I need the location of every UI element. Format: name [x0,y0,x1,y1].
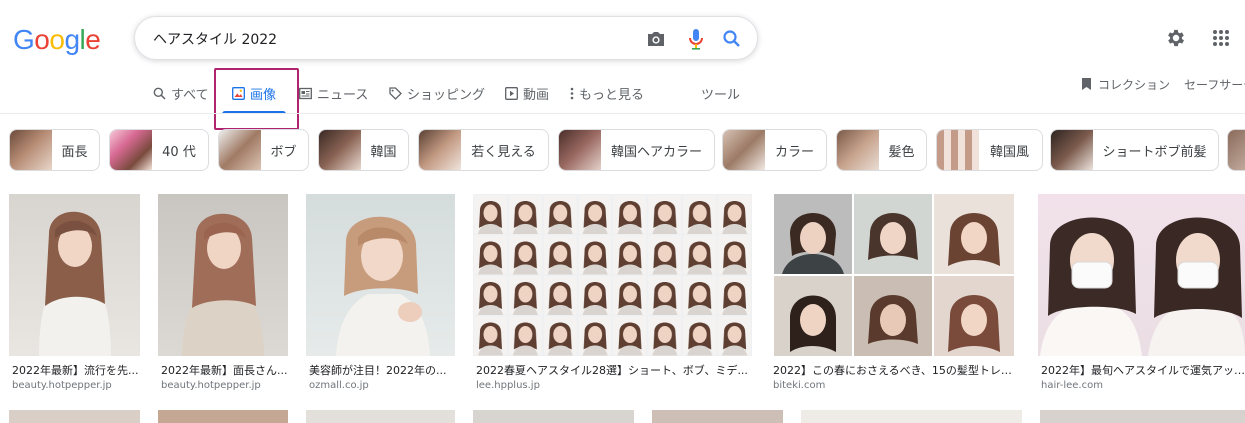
chip-mennaga[interactable]: 面長 [9,129,100,171]
result-caption[interactable]: 2022年最新】流行を先... [12,362,140,378]
result-source: beauty.hotpepper.jp [161,380,261,391]
image-result-row2[interactable] [306,410,455,423]
chip-40dai[interactable]: 40 代 [109,129,209,171]
tab-tools[interactable]: ツール [701,78,740,108]
tab-label: ツール [701,87,741,103]
chip-korean-style[interactable]: 韓国風 [936,129,1043,171]
result-image[interactable] [473,194,752,356]
logo-letter: e [85,24,101,55]
search-icon [152,86,166,100]
chip-label: ショートボブ前髪 [1102,144,1207,160]
chip-thumbnail [1051,130,1093,170]
chip-label: カラー [774,144,814,160]
chip-bob[interactable]: ボブ [218,129,309,171]
logo-letter: g [64,24,80,55]
chip-thumbnail [559,130,601,170]
result-caption[interactable]: 美容師が注目！2022年の... [309,362,455,378]
image-result-row2[interactable] [652,410,783,423]
chip-thumbnail [723,130,765,170]
bookmark-icon [1081,77,1092,91]
result-source: beauty.hotpepper.jp [12,380,112,391]
image-result-row2[interactable] [158,410,288,423]
logo-letter: o [49,24,65,55]
chip-label: 若く見える [471,144,536,160]
image-result-row2[interactable] [9,410,140,423]
tab-all[interactable]: すべて [152,78,209,108]
gear-icon[interactable] [1164,26,1188,50]
image-result-row2[interactable] [473,410,634,423]
chip-thumbnail [10,130,52,170]
collections-label: コレクション [1098,77,1171,92]
chip-hair-color[interactable]: 髪色 [836,129,927,171]
image-result-row2[interactable] [1040,410,1245,423]
chip-label: 40 代 [162,144,196,160]
chip-label: 面長 [61,144,88,160]
chip-color[interactable]: カラー [722,129,827,171]
tag-icon [388,86,402,100]
result-image[interactable] [158,194,288,356]
result-image[interactable] [770,194,1018,356]
search-icon[interactable] [720,27,744,51]
chip-young-looking[interactable]: 若く見える [418,129,549,171]
result-caption[interactable]: 2022春夏ヘアスタイル28選】ショート、ボブ、ミデ... [476,362,752,378]
chip-thumbnail [110,130,152,170]
result-source: biteki.com [773,380,826,391]
result-source: hair-lee.com [1041,380,1103,391]
play-icon [504,86,518,100]
chip-label: 韓国ヘアカラー [610,144,702,160]
result-caption[interactable]: 2022年】最旬ヘアスタイルで運気アップ(... [1041,362,1245,378]
result-image[interactable] [9,194,140,356]
highlight-annotation [214,68,299,130]
chip-thumbnail [937,130,979,170]
tab-label: ニュース [317,87,369,103]
chip-short-bob-bangs[interactable]: ショートボブ前髪 [1050,129,1219,171]
collections-link[interactable]: コレクション [1081,74,1170,94]
tab-label: すべて [171,87,209,103]
tab-videos[interactable]: 動画 [504,78,549,108]
result-image[interactable] [1038,194,1245,356]
google-logo[interactable]: Google [13,24,101,55]
chip-korean-hair-color[interactable]: 韓国ヘアカラー [558,129,715,171]
tabs-divider [0,113,1245,114]
result-caption[interactable]: 2022年最新】面長さん... [161,362,288,378]
result-source: lee.hpplus.jp [476,380,540,391]
result-source: ozmall.co.jp [309,380,369,391]
logo-letter: o [34,24,50,55]
chip-thumbnail [219,130,261,170]
chip-label: 髪色 [888,144,915,160]
search-input[interactable] [153,29,633,49]
chip-thumbnail [1228,130,1245,170]
news-icon [298,86,312,100]
result-caption[interactable]: 2022】この春におさえるべき、15の髪型トレン... [773,362,1018,378]
chip-thumbnail [319,130,361,170]
chip-label: 韓国風 [989,144,1029,160]
tab-news[interactable]: ニュース [298,78,368,108]
search-box [134,16,758,60]
image-result-row2[interactable] [801,410,1022,423]
tab-label: ショッピング [407,87,486,103]
chip-thumbnail [837,130,879,170]
tab-shopping[interactable]: ショッピング [388,78,485,108]
chip-korea[interactable]: 韓国 [318,129,409,171]
tab-label: もっと見る [579,87,645,103]
logo-letter: G [13,24,35,55]
camera-icon[interactable] [644,27,668,51]
result-image[interactable] [306,194,455,356]
chip-label: 韓国 [370,144,397,160]
tab-label: 動画 [523,87,550,103]
tab-more[interactable]: もっと見る [568,78,644,108]
more-vert-icon [568,86,576,100]
chip-partial[interactable] [1227,129,1245,171]
safesearch-label: セーフサーチ [1184,77,1245,92]
apps-grid-icon[interactable] [1209,26,1233,50]
safesearch-link[interactable]: セーフサーチ [1184,74,1245,94]
mic-icon[interactable] [684,27,708,51]
chip-label: ボブ [270,144,297,160]
chip-thumbnail [419,130,461,170]
